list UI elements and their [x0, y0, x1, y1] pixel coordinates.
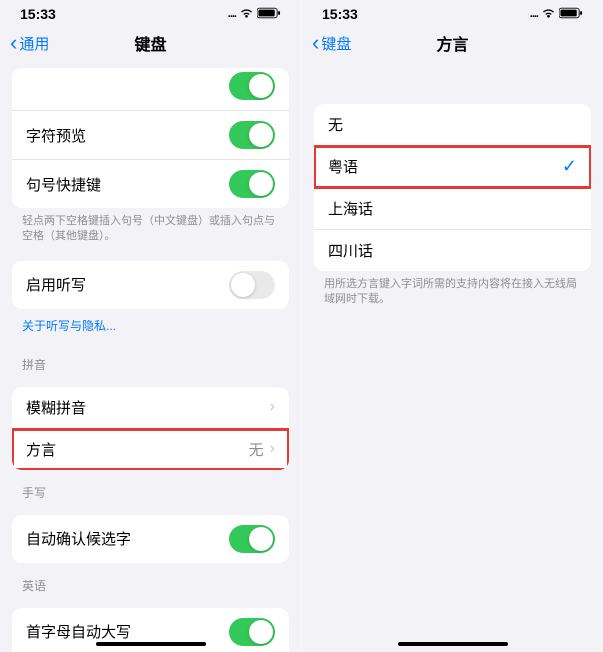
status-icons: .... — [530, 6, 583, 22]
row-period-shortcut[interactable]: 句号快捷键 — [12, 160, 289, 208]
row-char-preview[interactable]: 字符预览 — [12, 111, 289, 160]
row-label: 字符预览 — [26, 125, 229, 146]
nav-bar: ‹ 键盘 方言 — [302, 24, 603, 62]
signal-dots: .... — [228, 8, 236, 20]
row-fuzzy-pinyin[interactable]: 模糊拼音 › — [12, 387, 289, 429]
option-none[interactable]: 无 — [314, 104, 591, 146]
status-bar: 15:33 .... — [0, 0, 301, 24]
check-icon: ✓ — [562, 156, 577, 177]
option-cantonese[interactable]: 粤语 ✓ — [314, 146, 591, 188]
signal-dots: .... — [530, 8, 538, 20]
footer-dialect: 用所选方言键入字词所需的支持内容将在接入无线局域网时下载。 — [302, 271, 603, 314]
row-enable-dictation[interactable]: 启用听写 — [12, 261, 289, 309]
page-title: 键盘 — [134, 31, 166, 55]
row-label: 启用听写 — [26, 274, 229, 295]
header-english: 英语 — [0, 563, 301, 598]
home-indicator[interactable] — [96, 642, 206, 646]
option-sichuan[interactable]: 四川话 — [314, 230, 591, 271]
wifi-icon — [541, 6, 556, 22]
row-label: 首字母自动大写 — [26, 621, 229, 642]
status-icons: .... — [228, 6, 281, 22]
header-pinyin: 拼音 — [0, 342, 301, 377]
row-value: 无 — [249, 439, 264, 460]
chevron-right-icon: › — [270, 398, 275, 416]
section-pinyin: 模糊拼音 › 方言 无 › — [12, 387, 289, 470]
option-label: 四川话 — [328, 240, 577, 261]
section-dictation: 启用听写 — [12, 261, 289, 309]
footer-period: 轻点两下空格键插入句号（中文键盘）或插入句点与空格（其他键盘）。 — [0, 208, 301, 251]
option-label: 上海话 — [328, 198, 577, 219]
row-label: 自动确认候选字 — [26, 528, 229, 549]
chevron-right-icon: › — [270, 440, 275, 458]
header-handwriting: 手写 — [0, 470, 301, 505]
battery-icon — [559, 6, 583, 22]
row-autoconfirm[interactable]: 自动确认候选字 — [12, 515, 289, 563]
chevron-left-icon: ‹ — [10, 30, 17, 56]
back-label: 通用 — [19, 33, 49, 54]
page-title: 方言 — [436, 31, 468, 55]
row-partial[interactable] — [12, 68, 289, 111]
status-bar: 15:33 .... — [302, 0, 603, 24]
row-label: 模糊拼音 — [26, 397, 270, 418]
toggle-partial[interactable] — [229, 72, 275, 100]
back-button[interactable]: ‹ 通用 — [10, 30, 49, 56]
option-label: 粤语 — [328, 156, 562, 177]
toggle-autoconfirm[interactable] — [229, 525, 275, 553]
row-dialect[interactable]: 方言 无 › — [12, 429, 289, 470]
nav-bar: ‹ 通用 键盘 — [0, 24, 301, 62]
battery-icon — [257, 6, 281, 22]
status-time: 15:33 — [20, 6, 56, 22]
option-label: 无 — [328, 114, 577, 135]
dialect-settings-screen: 15:33 .... ‹ 键盘 方言 无 粤语 ✓ 上海话 四川话 — [302, 0, 603, 652]
toggle-period-shortcut[interactable] — [229, 170, 275, 198]
back-button[interactable]: ‹ 键盘 — [312, 30, 351, 56]
wifi-icon — [239, 6, 254, 22]
section-toggles-1: 字符预览 句号快捷键 — [12, 68, 289, 208]
dictation-privacy-link[interactable]: 关于听写与隐私... — [0, 309, 301, 342]
row-label: 句号快捷键 — [26, 174, 229, 195]
toggle-autocaps[interactable] — [229, 618, 275, 646]
section-handwriting: 自动确认候选字 — [12, 515, 289, 563]
option-shanghai[interactable]: 上海话 — [314, 188, 591, 230]
section-dialect-options: 无 粤语 ✓ 上海话 四川话 — [314, 104, 591, 271]
toggle-char-preview[interactable] — [229, 121, 275, 149]
keyboard-settings-screen: 15:33 .... ‹ 通用 键盘 字符预览 句号快捷键 — [0, 0, 301, 652]
toggle-dictation[interactable] — [229, 271, 275, 299]
back-label: 键盘 — [321, 33, 351, 54]
status-time: 15:33 — [322, 6, 358, 22]
chevron-left-icon: ‹ — [312, 30, 319, 56]
home-indicator[interactable] — [398, 642, 508, 646]
row-label: 方言 — [26, 439, 249, 460]
